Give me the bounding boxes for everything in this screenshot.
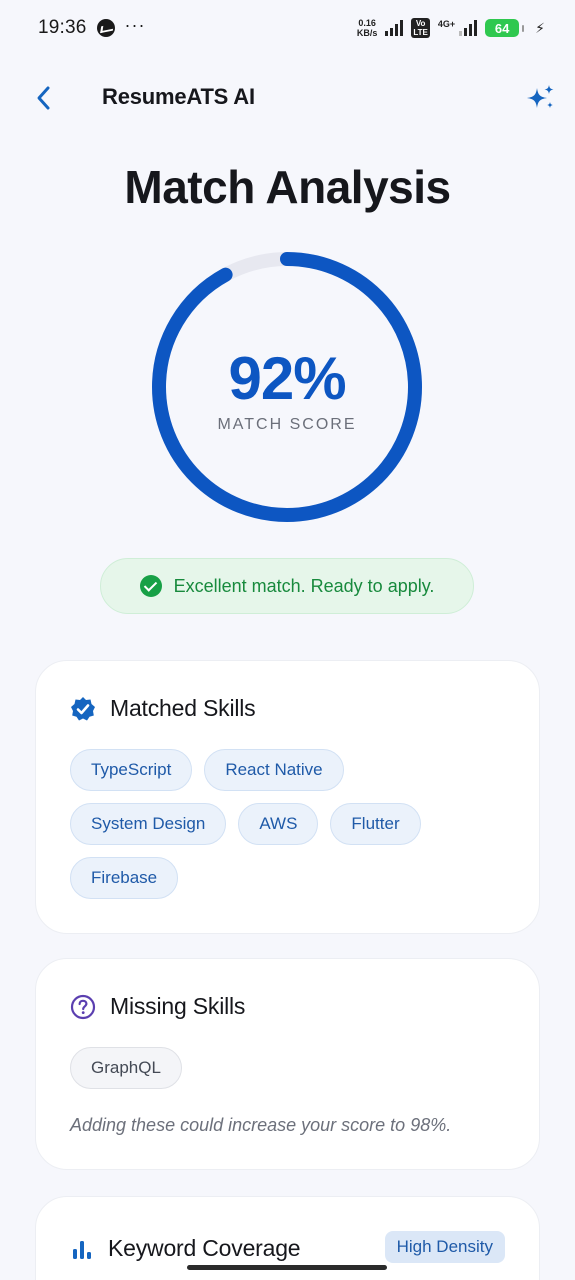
status-right: 0.16 KB/s Vo LTE 4G+ 64 ⚡︎ [357, 18, 545, 38]
match-score-value: 92% [228, 345, 346, 412]
help-circle-icon [70, 994, 96, 1019]
status-left: 19:36 ··· [38, 14, 146, 39]
keyword-density-badge: High Density [384, 1231, 505, 1263]
keyword-coverage-title: Keyword Coverage [108, 1235, 301, 1261]
matched-skills-card: Matched Skills TypeScript React Native S… [35, 660, 540, 934]
messenger-icon [96, 19, 115, 37]
more-notifications-icon: ··· [124, 14, 146, 35]
app-bar: ResumeATS AI [0, 76, 575, 120]
skill-chip[interactable]: Flutter [330, 803, 421, 845]
page-title: Match Analysis [124, 161, 451, 213]
home-indicator[interactable] [187, 1265, 387, 1270]
match-status-text: Excellent match. Ready to apply. [173, 575, 435, 596]
match-status-banner: Excellent match. Ready to apply. [100, 558, 474, 614]
app-title: ResumeATS AI [102, 84, 255, 109]
skill-chip[interactable]: AWS [238, 803, 319, 845]
volte-badge: Vo LTE [411, 18, 430, 38]
missing-skills-hint: Adding these could increase your score t… [70, 1115, 452, 1135]
signal-2-icon [459, 20, 478, 36]
charging-icon: ⚡︎ [535, 19, 545, 36]
check-circle-icon [139, 575, 162, 597]
matched-skills-list: TypeScript React Native System Design AW… [70, 749, 510, 899]
network-speed-value: 0.16 [358, 18, 376, 28]
sparkle-icon[interactable] [524, 82, 556, 114]
verified-badge-icon [71, 696, 95, 720]
matched-skills-title: Matched Skills [110, 695, 256, 721]
keyword-coverage-header: Keyword Coverage [70, 1235, 301, 1262]
network-speed-unit: KB/s [356, 28, 378, 38]
missing-skills-list: GraphQL [70, 1047, 510, 1089]
match-score-label: MATCH SCORE [217, 416, 357, 433]
back-icon[interactable] [26, 80, 62, 116]
status-bar: 19:36 ··· 0.16 KB/s Vo LTE 4G+ 64 ⚡︎ [0, 0, 575, 56]
missing-skills-header: Missing Skills [70, 993, 245, 1020]
network-speed: 0.16 KB/s [357, 18, 378, 38]
battery-level: 64 [485, 19, 520, 37]
status-time: 19:36 [38, 17, 87, 38]
skill-chip[interactable]: Firebase [70, 857, 179, 899]
bar-chart-icon [73, 1240, 91, 1259]
matched-skills-header: Matched Skills [70, 695, 256, 722]
missing-skills-card: Missing Skills GraphQL Adding these coul… [35, 958, 540, 1170]
missing-skills-title: Missing Skills [110, 993, 246, 1019]
missing-skill-chip[interactable]: GraphQL [70, 1047, 182, 1089]
skill-chip[interactable]: TypeScript [70, 749, 193, 791]
match-score-ring: 92% MATCH SCORE [150, 250, 424, 524]
skill-chip[interactable]: System Design [70, 803, 227, 845]
battery-icon: 64 [485, 19, 525, 37]
network-type: 4G+ [437, 19, 456, 29]
skill-chip[interactable]: React Native [204, 749, 344, 791]
signal-1-icon [385, 20, 404, 36]
